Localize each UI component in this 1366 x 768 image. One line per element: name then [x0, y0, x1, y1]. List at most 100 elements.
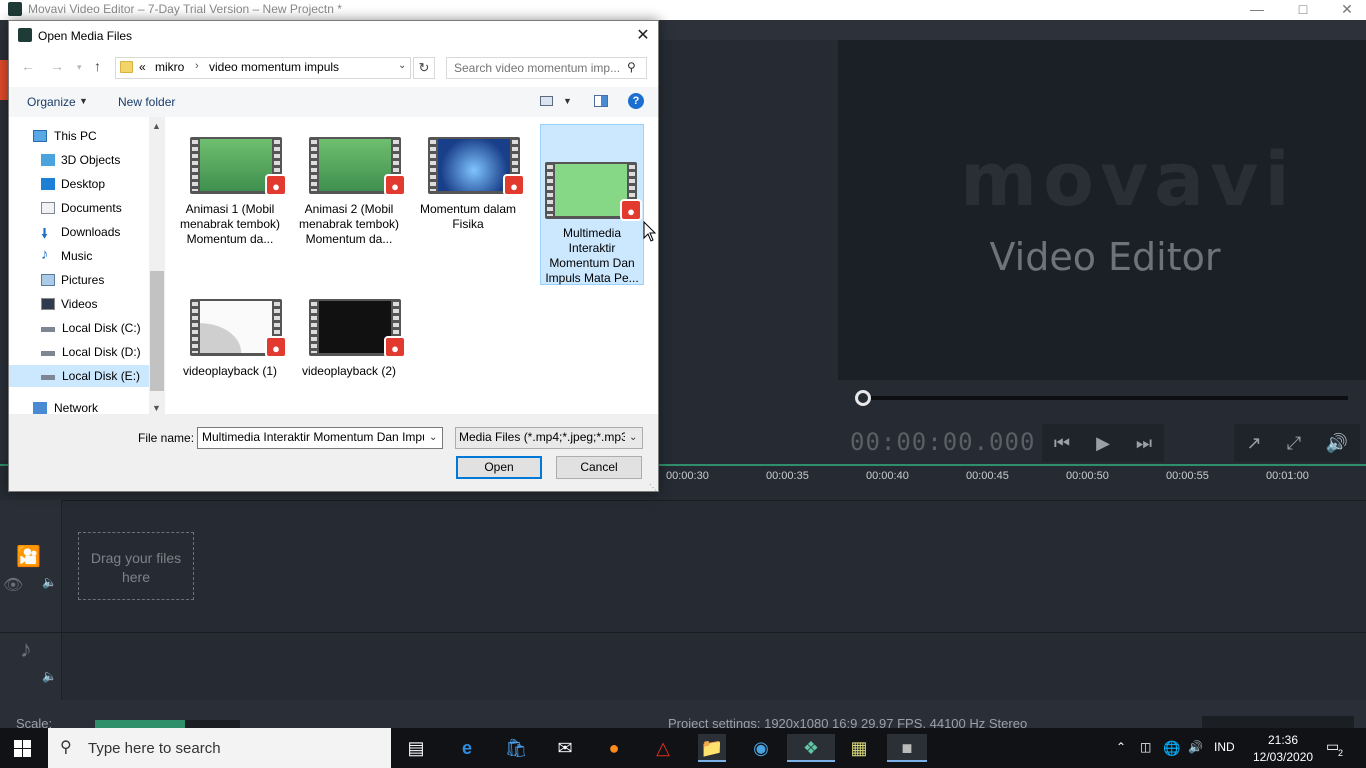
file-name-input[interactable]: Multimedia Interaktir Momentum Dan Impul…	[202, 430, 424, 446]
nav-item-label: This PC	[54, 129, 97, 143]
new-folder-button[interactable]: New folder	[118, 95, 175, 109]
track-volume-icon[interactable]: 🔈	[42, 575, 57, 589]
nav-item-downloads[interactable]: 🠛 Downloads	[9, 221, 149, 243]
address-dropdown-icon[interactable]: ⌄	[398, 60, 406, 71]
music-icon: ♪	[41, 246, 49, 263]
file-type-value: Media Files (*.mp4;*.jpeg;*.mp3	[459, 430, 625, 444]
nav-item-label: Music	[61, 249, 93, 263]
file-explorer-icon[interactable]: 📁	[698, 734, 726, 762]
nav-item-videos[interactable]: Videos	[9, 293, 149, 315]
chrome-icon[interactable]: ◉	[747, 734, 775, 762]
movavi-taskbar-icon[interactable]: ❖	[787, 734, 835, 762]
previous-icon[interactable]: ⏮	[1042, 424, 1082, 462]
nav-item-label: Videos	[61, 297, 98, 311]
breadcrumb-overflow[interactable]: «	[139, 60, 146, 74]
volume-icon[interactable]: 🔊	[1314, 424, 1360, 462]
scroll-down-icon[interactable]: ▼	[152, 403, 161, 413]
chevron-down-icon[interactable]: ⌄	[429, 432, 437, 443]
eye-icon[interactable]: 👁	[3, 575, 23, 595]
store-icon[interactable]: 🛍	[502, 734, 530, 762]
file-item[interactable]: ● videoplayback (1)	[179, 287, 287, 417]
seek-knob[interactable]	[855, 390, 871, 406]
windows-start-icon[interactable]	[14, 740, 32, 757]
refresh-button[interactable]: ↻	[413, 57, 435, 79]
file-item[interactable]: ● Animasi 1 (Mobil menabrak tembok) Mome…	[179, 125, 287, 287]
file-name: Animasi 2 (Mobil menabrak tembok) Moment…	[298, 202, 400, 246]
cancel-button[interactable]: Cancel	[556, 456, 642, 479]
chevron-down-icon[interactable]: ⌄	[629, 432, 637, 443]
file-item-selected[interactable]: ● Multimedia Interaktir Momentum Dan Imp…	[540, 124, 644, 285]
minimize-icon[interactable]: —	[1234, 0, 1280, 20]
nav-item-local-disk-d[interactable]: Local Disk (D:)	[9, 341, 149, 363]
view-options-icon[interactable]	[540, 96, 553, 106]
play-icon[interactable]: ▶	[1082, 424, 1124, 462]
maximize-icon[interactable]: □	[1280, 0, 1326, 20]
export-button[interactable]	[1202, 716, 1354, 728]
nav-item-local-disk-e[interactable]: Local Disk (E:)	[9, 365, 149, 387]
nav-item-desktop[interactable]: Desktop	[9, 173, 149, 195]
organize-button[interactable]: Organize	[27, 95, 76, 109]
fullscreen-icon[interactable]: ⤢	[1274, 424, 1314, 462]
file-name: Animasi 1 (Mobil menabrak tembok) Moment…	[179, 202, 281, 246]
nav-item-documents[interactable]: Documents	[9, 197, 149, 219]
back-arrow-icon[interactable]: ←	[21, 58, 35, 74]
chevron-down-icon[interactable]: ▼	[563, 96, 572, 106]
movavi-logo: movavi	[960, 137, 1296, 223]
scroll-up-icon[interactable]: ▲	[152, 121, 161, 131]
acrobat-icon[interactable]: △	[649, 734, 677, 762]
breadcrumb-current[interactable]: video momentum impuls	[209, 60, 339, 74]
task-view-icon[interactable]: ▤	[402, 734, 430, 762]
cursor-icon	[643, 221, 657, 242]
resize-grip-icon[interactable]: ⋱	[649, 483, 657, 492]
ruler-tick: 00:00:50	[1066, 470, 1109, 482]
help-icon[interactable]: ?	[628, 93, 644, 109]
language-indicator[interactable]: IND	[1214, 740, 1235, 754]
open-button[interactable]: Open	[456, 456, 542, 479]
dialog-footer	[9, 414, 658, 491]
next-icon[interactable]: ⏭	[1124, 424, 1164, 462]
nav-item-this-pc[interactable]: This PC	[9, 125, 149, 147]
nav-item-pictures[interactable]: Pictures	[9, 269, 149, 291]
firefox-icon[interactable]: ●	[600, 734, 628, 762]
taskbar-search-input[interactable]: Type here to search	[88, 740, 221, 757]
show-hidden-icons-icon[interactable]: ⌃	[1116, 740, 1126, 754]
nav-scrollbar-thumb[interactable]	[150, 271, 164, 391]
audio-volume-icon[interactable]: 🔈	[42, 669, 57, 683]
camtasia-icon[interactable]: ■	[887, 734, 927, 762]
nav-item-local-disk-c[interactable]: Local Disk (C:)	[9, 317, 149, 339]
close-icon[interactable]: ✕	[1324, 0, 1366, 20]
nav-item-label: Desktop	[61, 177, 106, 191]
file-item[interactable]: ● Animasi 2 (Mobil menabrak tembok) Mome…	[298, 125, 406, 287]
timeline-tracks[interactable]	[0, 500, 1366, 700]
up-arrow-icon[interactable]: ↑	[94, 58, 101, 74]
clock-time[interactable]: 21:36	[1268, 733, 1298, 747]
preview-subtitle: Video Editor	[989, 235, 1221, 279]
network-icon	[33, 402, 47, 414]
clock-date[interactable]: 12/03/2020	[1253, 750, 1313, 764]
ruler-tick: 00:01:00	[1266, 470, 1309, 482]
drop-zone[interactable]: Drag your files here	[78, 532, 194, 600]
forward-arrow-icon[interactable]: →	[50, 58, 64, 74]
app-icon[interactable]: ▦	[845, 734, 873, 762]
recent-locations-icon[interactable]: ▾	[77, 62, 82, 73]
edge-icon[interactable]: e	[453, 734, 481, 762]
scale-slider-fill	[95, 720, 185, 728]
file-item[interactable]: ● videoplayback (2)	[298, 287, 406, 417]
preview-pane-fill	[601, 96, 607, 106]
breadcrumb-mikro[interactable]: mikro	[155, 60, 184, 74]
mail-icon[interactable]: ✉	[551, 734, 579, 762]
network-tray-icon[interactable]: ◫	[1140, 740, 1151, 754]
nav-item-music[interactable]: ♪ Music	[9, 245, 149, 267]
speaker-icon[interactable]: 🔊	[1188, 740, 1203, 754]
file-item[interactable]: ● Momentum dalam Fisika	[417, 125, 525, 287]
seek-bar[interactable]	[860, 396, 1348, 400]
ruler-tick: 00:00:45	[966, 470, 1009, 482]
dialog-close-button[interactable]: ✕	[629, 25, 657, 47]
nav-item-3d-objects[interactable]: 3D Objects	[9, 149, 149, 171]
media-badge-icon: ●	[384, 174, 406, 196]
file-name-label: File name:	[138, 431, 195, 445]
search-input[interactable]	[454, 60, 624, 76]
left-strip	[0, 40, 8, 460]
detach-icon[interactable]: ↗	[1234, 424, 1274, 462]
globe-icon[interactable]: 🌐	[1163, 740, 1180, 757]
